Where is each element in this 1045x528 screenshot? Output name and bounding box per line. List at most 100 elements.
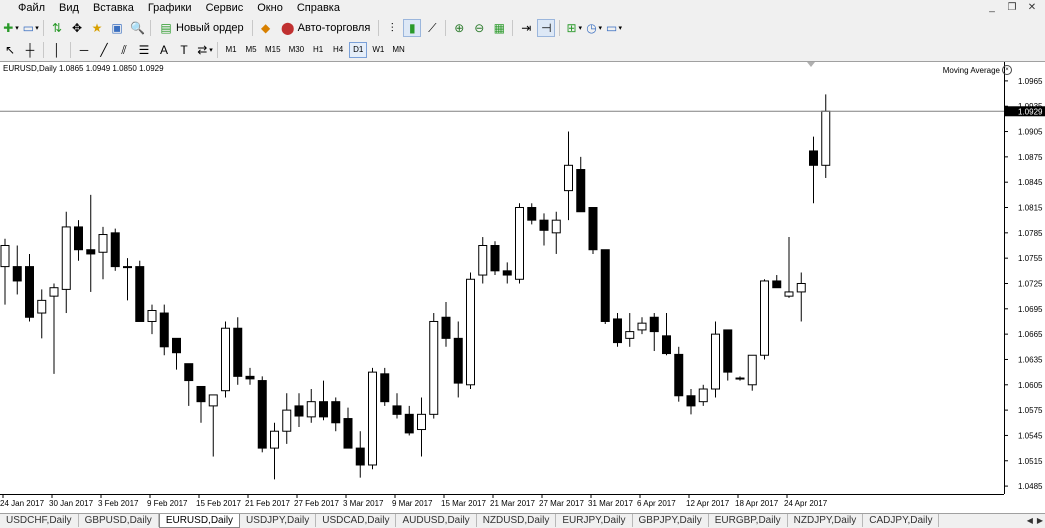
bar-chart-button[interactable]: ⫶ — [383, 19, 401, 37]
timeframe-w1[interactable]: W1 — [369, 42, 387, 58]
autotrading-button[interactable]: ⬤ Авто-торговля — [277, 19, 375, 37]
timeframe-mn[interactable]: MN — [389, 42, 407, 58]
arrows-button[interactable]: ⇄ ▾ — [195, 41, 213, 59]
bear-candle — [613, 318, 622, 344]
tab-gbpjpy-daily[interactable]: GBPJPY,Daily — [633, 514, 709, 527]
bear-candle — [662, 335, 671, 355]
templates-button[interactable]: ▭ ▾ — [604, 19, 622, 37]
tab-eurusd-daily[interactable]: EURUSD,Daily — [158, 514, 241, 528]
tab-scroll-right-icon[interactable]: ▶ — [1037, 514, 1043, 527]
price-tick-label: 1.0695 — [1018, 305, 1043, 314]
timeframe-d1[interactable]: D1 — [349, 42, 368, 58]
timeframe-h4[interactable]: H4 — [329, 42, 347, 58]
menu-view[interactable]: Вид — [52, 0, 86, 16]
zoom-in-button[interactable]: ⊕ — [450, 19, 468, 37]
chart-shift-icon: ⊣ — [541, 21, 552, 35]
date-label: 3 Feb 2017 — [98, 499, 139, 508]
bear-candle — [110, 232, 120, 268]
close-icon[interactable]: ✕ — [1025, 1, 1039, 14]
line-chart-button[interactable]: ⟋ — [423, 19, 441, 37]
date-label: 15 Feb 2017 — [196, 499, 241, 508]
toolbar-separator — [251, 20, 253, 36]
menu-tools[interactable]: Сервис — [199, 0, 251, 16]
price-tick-label: 1.0725 — [1018, 279, 1043, 288]
bull-candle — [551, 219, 561, 234]
price-tick-label: 1.0815 — [1018, 204, 1043, 213]
timeframe-m30[interactable]: M30 — [286, 42, 308, 58]
new-order-icon: ▤ — [160, 21, 172, 35]
tab-eurgbp-daily[interactable]: EURGBP,Daily — [709, 514, 788, 527]
menu-file[interactable]: Файл — [0, 0, 52, 16]
tab-eurjpy-daily[interactable]: EURJPY,Daily — [556, 514, 633, 527]
bear-candle — [12, 266, 22, 282]
tab-usdcad-daily[interactable]: USDCAD,Daily — [316, 514, 397, 527]
chart-window[interactable]: 1.09651.09351.09051.08751.08451.08151.07… — [0, 61, 1045, 514]
text-button[interactable]: A — [155, 41, 173, 59]
candlestick-chart-button[interactable]: ▮ — [403, 19, 422, 37]
menu-charts[interactable]: Графики — [141, 0, 199, 16]
periods-button[interactable]: ◷ ▾ — [584, 19, 602, 37]
tab-usdchf-daily[interactable]: USDCHF,Daily — [0, 514, 79, 527]
tab-scroll-left-icon[interactable]: ◀ — [1027, 514, 1033, 527]
toolbar-separator — [559, 20, 561, 36]
profiles-button[interactable]: ▭ ▾ — [21, 19, 39, 37]
tile-windows-button[interactable]: ▦ — [490, 19, 508, 37]
strategy-tester-button[interactable]: 🔍 — [128, 19, 146, 37]
autoscroll-icon: ⇥ — [521, 21, 532, 35]
trendline-button[interactable]: ╱ — [95, 41, 113, 59]
metaeditor-button[interactable]: ◆ — [257, 19, 275, 37]
navigator-button[interactable]: ★ — [88, 19, 106, 37]
text-label-button[interactable]: T — [175, 41, 193, 59]
templates-icon: ▭ — [605, 21, 618, 35]
terminal-icon: ▣ — [111, 21, 123, 35]
tab-cadjpy-daily[interactable]: CADJPY,Daily — [863, 514, 940, 527]
bull-candle — [0, 244, 10, 268]
autoscroll-button[interactable]: ⇥ — [517, 19, 535, 37]
date-label: 3 Mar 2017 — [343, 499, 384, 508]
restore-icon[interactable]: ❐ — [1005, 1, 1019, 14]
close-icon[interactable]: × — [1002, 65, 1012, 75]
window-controls: _ ❐ ✕ — [985, 1, 1039, 14]
menu-window[interactable]: Окно — [250, 0, 290, 16]
chart-tabs: USDCHF,Daily GBPUSD,Daily EURUSD,Daily USDJ… — [0, 513, 1045, 528]
zoom-out-button[interactable]: ⊖ — [470, 19, 488, 37]
timeframe-h1[interactable]: H1 — [309, 42, 327, 58]
bar-chart-icon: ⫶ — [390, 21, 394, 35]
new-order-button[interactable]: ▤ Новый ордер — [155, 19, 248, 37]
chart-shift-button[interactable]: ⊣ — [537, 19, 556, 37]
data-window-button[interactable]: ✥ — [68, 19, 86, 37]
bull-candle — [821, 110, 831, 166]
terminal-button[interactable]: ▣ — [108, 19, 126, 37]
price-tick-label: 1.0965 — [1018, 77, 1043, 86]
market-watch-button[interactable]: ⇅ — [48, 19, 66, 37]
cursor-button[interactable]: ↖ — [1, 41, 19, 59]
channel-button[interactable]: ⫽ — [115, 41, 133, 59]
vertical-line-button[interactable]: │ — [48, 41, 66, 59]
bull-candle — [270, 430, 279, 449]
minimize-icon[interactable]: _ — [985, 1, 999, 14]
timeframe-m15[interactable]: M15 — [262, 42, 284, 58]
tab-usdjpy-daily[interactable]: USDJPY,Daily — [240, 514, 317, 527]
tab-nzdjpy-daily[interactable]: NZDJPY,Daily — [788, 514, 864, 527]
bull-candle — [208, 394, 218, 407]
horizontal-line-button[interactable]: ─ — [75, 41, 93, 59]
text-icon: A — [159, 43, 168, 57]
bull-candle — [49, 287, 59, 297]
navigator-icon: ★ — [91, 21, 103, 35]
date-label: 12 Apr 2017 — [686, 499, 730, 508]
candlestick-chart[interactable]: 1.09651.09351.09051.08751.08451.08151.07… — [0, 62, 1045, 514]
menu-insert[interactable]: Вставка — [86, 0, 141, 16]
bear-candle — [294, 405, 304, 417]
tab-audusd-daily[interactable]: AUDUSD,Daily — [396, 514, 477, 527]
tab-nzdusd-daily[interactable]: NZDUSD,Daily — [477, 514, 557, 527]
fibonacci-button[interactable]: ☰ — [135, 41, 153, 59]
new-chart-button[interactable]: ✚ ▾ — [1, 19, 19, 37]
timeframe-m1[interactable]: M1 — [222, 42, 240, 58]
date-label: 27 Feb 2017 — [294, 499, 339, 508]
menu-help[interactable]: Справка — [290, 0, 347, 16]
crosshair-button[interactable]: ┼ — [21, 41, 39, 59]
tab-gbpusd-daily[interactable]: GBPUSD,Daily — [79, 514, 159, 527]
indicators-button[interactable]: ⊞ ▾ — [564, 19, 583, 37]
timeframe-m5[interactable]: M5 — [242, 42, 260, 58]
toolbar-separator — [217, 42, 218, 58]
